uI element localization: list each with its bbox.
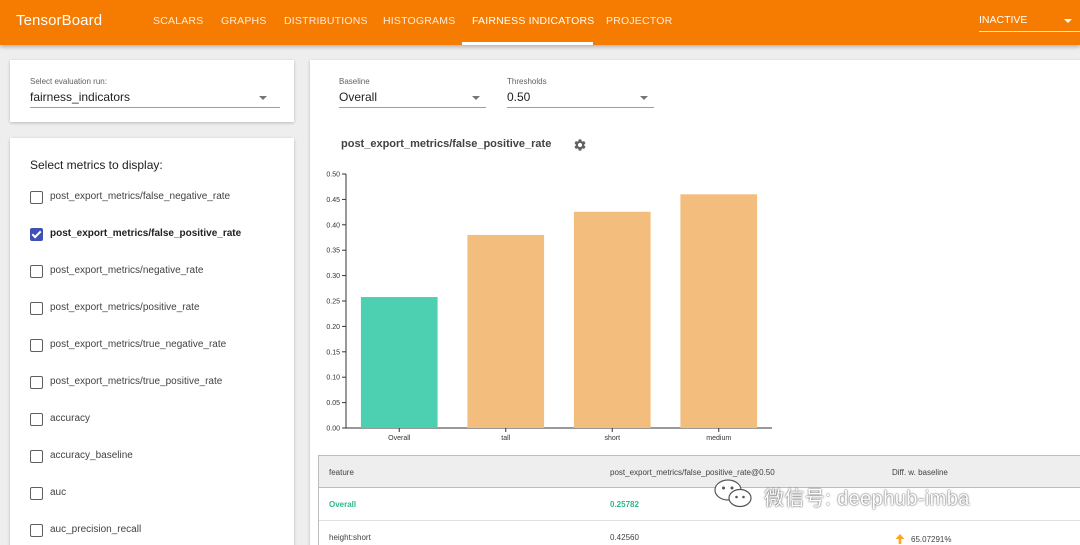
y-tick-label: 0.35 (326, 248, 340, 255)
metric-value-cell: 0.25782 (610, 500, 639, 509)
checkbox[interactable] (30, 302, 43, 315)
metric-label: auc_precision_recall (50, 524, 142, 535)
gear-icon[interactable] (573, 138, 587, 152)
y-tick-label: 0.40 (326, 222, 340, 229)
metric-label: auc (50, 487, 67, 498)
metric-checkbox-row[interactable]: auc_precision_recall (30, 522, 280, 540)
y-tick-label: 0.05 (326, 400, 340, 407)
metric-checkbox-row[interactable]: post_export_metrics/true_negative_rate (30, 337, 280, 355)
checkbox[interactable] (30, 524, 43, 537)
y-tick-label: 0.10 (326, 375, 340, 382)
chart-title: post_export_metrics/false_positive_rate (341, 138, 552, 150)
metric-label: post_export_metrics/positive_rate (50, 302, 200, 313)
column-header-metric[interactable]: post_export_metrics/false_positive_rate@… (610, 468, 775, 477)
watermark-text: 微信号: deephub-imba (764, 488, 970, 510)
baseline-label: Baseline (339, 77, 370, 86)
tab-fairness-indicators[interactable]: FAIRNESS INDICATORS (472, 15, 594, 27)
chart-bar (573, 211, 651, 428)
x-tick-label: Overall (388, 435, 411, 442)
y-tick-label: 0.20 (326, 324, 340, 331)
dropdown-arrow-icon (259, 96, 267, 100)
metric-label: post_export_metrics/false_positive_rate (50, 228, 242, 239)
thresholds-label: Thresholds (507, 77, 547, 86)
eval-run-card: Select evaluation run: fairness_indicato… (10, 60, 294, 122)
chart-bar (680, 194, 758, 428)
metric-label: accuracy_baseline (50, 450, 133, 461)
metric-checkbox-row[interactable]: accuracy_baseline (30, 448, 280, 466)
metric-checkbox-row[interactable]: post_export_metrics/true_positive_rate (30, 374, 280, 392)
checkbox-checked[interactable] (30, 228, 43, 241)
thresholds-select[interactable]: 0.50 (507, 88, 654, 108)
top-app-bar: TensorBoard SCALARS GRAPHS DISTRIBUTIONS… (0, 0, 1080, 45)
y-tick-label: 0.45 (326, 197, 340, 204)
x-tick-label: medium (706, 435, 731, 442)
x-tick-label: tall (501, 435, 510, 442)
eval-run-value: fairness_indicators (30, 90, 131, 104)
table-row: height:short 0.42560 65.07291% (319, 521, 1080, 545)
metric-checkbox-row[interactable]: accuracy (30, 411, 280, 429)
metric-label: post_export_metrics/true_positive_rate (50, 376, 223, 387)
tab-distributions[interactable]: DISTRIBUTIONS (284, 15, 368, 27)
tab-graphs[interactable]: GRAPHS (221, 15, 267, 27)
wechat-icon (714, 479, 752, 508)
thresholds-value: 0.50 (507, 90, 531, 104)
y-tick-label: 0.50 (326, 172, 340, 179)
metric-checkbox-row[interactable]: post_export_metrics/false_negative_rate (30, 189, 280, 207)
checkbox[interactable] (30, 413, 43, 426)
metric-label: post_export_metrics/false_negative_rate (50, 191, 231, 202)
metric-label: accuracy (50, 413, 91, 424)
metric-checkbox-row[interactable]: post_export_metrics/positive_rate (30, 300, 280, 318)
checkbox[interactable] (30, 487, 43, 500)
tab-projector[interactable]: PROJECTOR (606, 15, 672, 27)
bar-chart: 0.00 0.05 0.10 0.15 0.20 0.25 0.30 0.35 0.40 0.45… (326, 172, 772, 442)
metric-label: post_export_metrics/negative_rate (50, 265, 204, 276)
checkbox[interactable] (30, 339, 43, 352)
chart-bar (360, 297, 438, 428)
arrow-up-icon (895, 534, 905, 544)
checkbox[interactable] (30, 376, 43, 389)
y-tick-label: 0.00 (326, 426, 340, 433)
chart-bar (467, 234, 545, 428)
feature-cell: Overall (329, 500, 357, 509)
metric-checkbox-row[interactable]: auc (30, 485, 280, 503)
inactive-dropdown-label: INACTIVE (979, 14, 1028, 26)
x-tick-label: short (604, 435, 620, 442)
metric-checkbox-row[interactable]: post_export_metrics/negative_rate (30, 263, 280, 281)
checkbox[interactable] (30, 450, 43, 463)
baseline-select[interactable]: Overall (339, 88, 486, 108)
y-tick-label: 0.15 (326, 349, 340, 356)
column-header-diff[interactable]: Diff. w. baseline (892, 468, 948, 477)
app-title[interactable]: TensorBoard (16, 12, 102, 29)
dropdown-arrow-icon (1064, 19, 1072, 23)
tab-scalars[interactable]: SCALARS (153, 15, 203, 27)
inactive-plugins-dropdown[interactable]: INACTIVE (979, 14, 1080, 32)
metric-label: post_export_metrics/true_negative_rate (50, 339, 227, 350)
checkbox[interactable] (30, 265, 43, 278)
tab-histograms[interactable]: HISTOGRAMS (383, 15, 455, 27)
dropdown-arrow-icon (640, 96, 648, 100)
metric-checkbox-row[interactable]: post_export_metrics/false_positive_rate (30, 226, 280, 244)
eval-run-label: Select evaluation run: (30, 77, 107, 86)
diff-cell: 65.07291% (911, 535, 952, 544)
y-tick-label: 0.25 (326, 299, 340, 306)
column-header-feature[interactable]: feature (329, 468, 354, 477)
baseline-value: Overall (339, 90, 378, 104)
main-panel: Baseline Overall Thresholds 0.50 post_ex… (310, 60, 1080, 545)
y-tick-label: 0.30 (326, 273, 340, 280)
metric-value-cell: 0.42560 (610, 533, 639, 542)
checkbox[interactable] (30, 191, 43, 204)
feature-cell: height:short (329, 533, 371, 542)
active-tab-indicator (462, 42, 593, 45)
eval-run-select[interactable]: fairness_indicators (30, 88, 280, 108)
metrics-card: Select metrics to display: post_export_m… (10, 138, 294, 545)
metrics-title: Select metrics to display: (30, 158, 163, 172)
dropdown-arrow-icon (472, 96, 480, 100)
